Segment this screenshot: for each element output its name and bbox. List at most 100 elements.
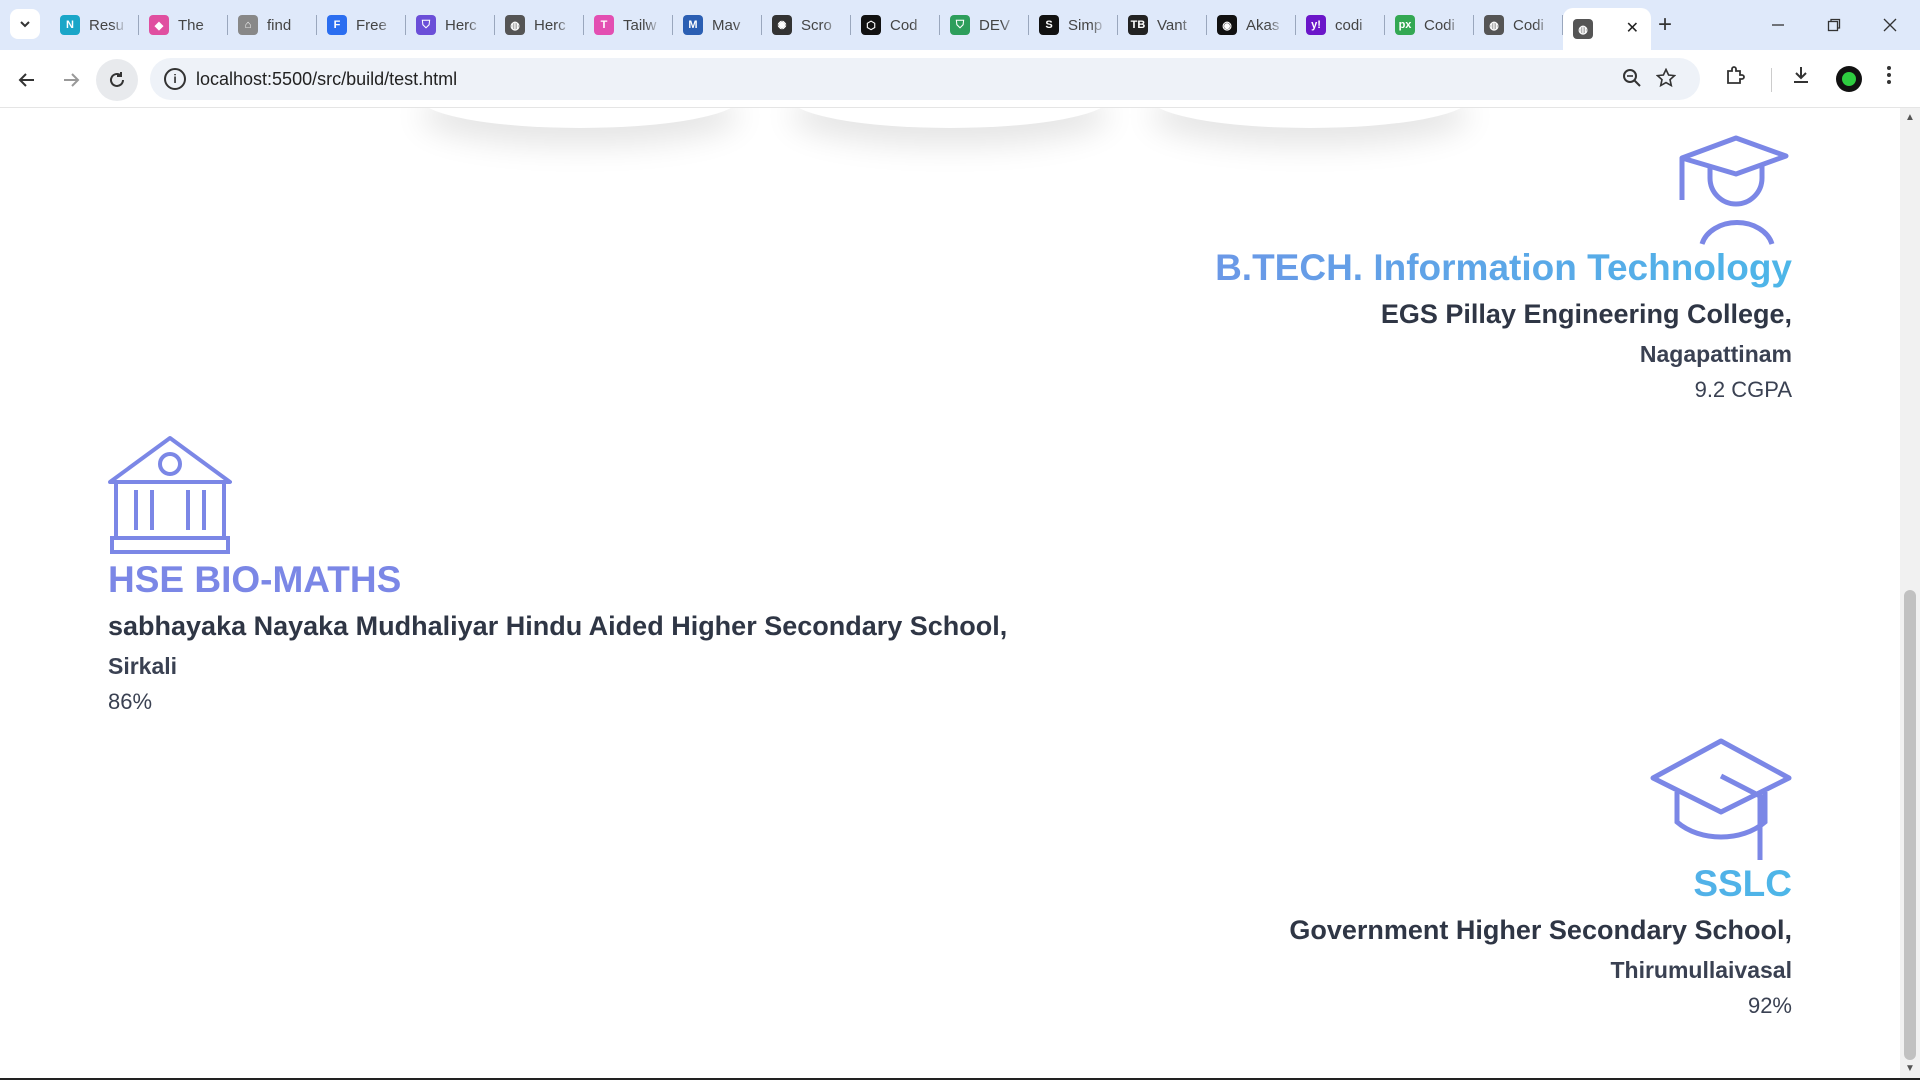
- tab-label: Herc: [445, 16, 477, 34]
- card-shadow: [1150, 108, 1470, 128]
- home-icon: ⌂: [238, 15, 258, 35]
- forward-button[interactable]: [53, 62, 89, 98]
- reload-button[interactable]: [96, 59, 138, 101]
- zoom-icon[interactable]: [1622, 68, 1642, 93]
- arrow-right-icon: [64, 73, 80, 87]
- tab-label: Mav: [712, 16, 741, 34]
- back-button[interactable]: [9, 62, 45, 98]
- tab-label: Herc: [534, 16, 566, 34]
- bookmark-star-icon[interactable]: [1655, 67, 1677, 93]
- dark-logo-icon: ◉: [1217, 15, 1237, 35]
- globe-icon: ◍: [1484, 15, 1504, 35]
- browser-tab[interactable]: ◍ Codi: [1474, 0, 1563, 50]
- restore-button[interactable]: [1806, 0, 1862, 50]
- app-logo-icon: ◆: [149, 15, 169, 35]
- scroll-thumb[interactable]: [1904, 590, 1916, 1060]
- globe-icon: ◍: [505, 15, 525, 35]
- browser-tab[interactable]: T Tailw: [584, 0, 673, 50]
- tab-label: Codi: [1424, 16, 1455, 34]
- degree-title: B.TECH. Information Technology: [892, 246, 1792, 290]
- browser-tab[interactable]: ◉ Akas: [1207, 0, 1296, 50]
- score: 92%: [1747, 993, 1792, 1018]
- tab-label: Simp: [1068, 16, 1103, 34]
- shield-check-icon: ⛉: [950, 15, 970, 35]
- school-name: Government Higher Secondary School,: [1289, 915, 1792, 945]
- tab-label: Cod: [890, 16, 918, 34]
- browser-tab[interactable]: F Free: [317, 0, 406, 50]
- tb-icon: TB: [1128, 15, 1148, 35]
- graduate-student-icon: [1679, 135, 1789, 245]
- openai-icon: ✺: [772, 15, 792, 35]
- graduation-cap-icon: [1650, 738, 1792, 860]
- scroll-down-icon[interactable]: ▼: [1900, 1063, 1920, 1074]
- yahoo-icon: y!: [1306, 15, 1326, 35]
- profile-avatar[interactable]: [1836, 66, 1862, 92]
- globe-icon: ◍: [1573, 19, 1593, 39]
- simple-icon: S: [1039, 15, 1059, 35]
- tab-label: Codi: [1513, 16, 1544, 34]
- chevron-down-icon: [20, 21, 30, 28]
- browser-tab[interactable]: N Resu: [50, 0, 139, 50]
- tab-strip: N Resu ◆ The ⌂ find F Free ⛉ Herc ◍ Herc T Tailw M Mav ✺…: [0, 0, 1920, 50]
- new-tab-button[interactable]: +: [1650, 10, 1680, 40]
- card-shadow: [790, 108, 1110, 128]
- tab-label: Akas: [1246, 16, 1280, 34]
- arrow-left-icon: [18, 73, 34, 87]
- tab-label: Scro: [801, 16, 832, 34]
- extensions-icon[interactable]: [1724, 64, 1746, 92]
- browser-tab[interactable]: ✺ Scro: [762, 0, 851, 50]
- browser-tab[interactable]: TB Vant: [1118, 0, 1207, 50]
- download-icon[interactable]: [1790, 64, 1812, 92]
- card-shadow: [420, 108, 740, 128]
- tab-label: DEV: [979, 16, 1010, 34]
- url-text: localhost:5500/src/build/test.html: [196, 69, 458, 89]
- tab-label: The: [178, 16, 204, 34]
- browser-tab[interactable]: ⛉ Herc: [406, 0, 495, 50]
- browser-tab[interactable]: ⛉ DEV: [940, 0, 1029, 50]
- scroll-up-icon[interactable]: ▲: [1900, 112, 1920, 123]
- form-icon: F: [327, 15, 347, 35]
- tab-list: N Resu ◆ The ⌂ find F Free ⛉ Herc ◍ Herc T Tailw M Mav ✺…: [50, 0, 1651, 50]
- mvn-icon: M: [683, 15, 703, 35]
- school-name: sabhayaka Nayaka Mudhaliyar Hindu Aided …: [108, 611, 1008, 641]
- active-tab[interactable]: ◍ ✕: [1563, 8, 1651, 50]
- tab-label: Tailw: [623, 16, 657, 34]
- degree-title: SSLC: [892, 862, 1792, 906]
- tab-label: Vant: [1157, 16, 1187, 34]
- education-entry-sslc: SSLC Government Higher Secondary School,…: [892, 738, 1792, 1024]
- tab-search-button[interactable]: [10, 9, 40, 39]
- browser-tab[interactable]: ◆ The: [139, 0, 228, 50]
- browser-tab[interactable]: ◍ Herc: [495, 0, 584, 50]
- score: 9.2 CGPA: [1694, 377, 1792, 402]
- tailwind-t-icon: T: [594, 15, 614, 35]
- tab-label: Free: [356, 16, 387, 34]
- tab-label: codi: [1335, 16, 1363, 34]
- px-icon: px: [1395, 15, 1415, 35]
- close-window-button[interactable]: [1862, 0, 1918, 50]
- browser-tab[interactable]: ⬡ Cod: [851, 0, 940, 50]
- tab-label: find: [267, 16, 292, 34]
- tab-label: Resu: [89, 16, 125, 34]
- browser-tab[interactable]: y! codi: [1296, 0, 1385, 50]
- browser-toolbar: i localhost:5500/src/build/test.html: [0, 50, 1920, 108]
- school-location: Sirkali: [108, 653, 178, 679]
- close-icon: [1883, 18, 1897, 32]
- restore-icon: [1827, 18, 1841, 32]
- browser-tab[interactable]: ⌂ find: [228, 0, 317, 50]
- browser-tab[interactable]: M Mav: [673, 0, 762, 50]
- codepen-icon: ⬡: [861, 15, 881, 35]
- browser-tab[interactable]: S Simp: [1029, 0, 1118, 50]
- toolbar-divider: [1771, 68, 1772, 92]
- minimize-button[interactable]: [1750, 0, 1806, 50]
- school-location: Thirumullaivasal: [1610, 957, 1792, 983]
- site-info-icon[interactable]: i: [164, 68, 186, 90]
- page-scrollbar[interactable]: ▲ ▼: [1900, 108, 1920, 1080]
- more-menu-icon[interactable]: [1886, 64, 1892, 92]
- address-bar[interactable]: i localhost:5500/src/build/test.html: [150, 58, 1700, 100]
- school-name: EGS Pillay Engineering College,: [1380, 299, 1792, 329]
- browser-tab[interactable]: px Codi: [1385, 0, 1474, 50]
- shield-icon: ⛉: [416, 15, 436, 35]
- school-location: Nagapattinam: [1639, 341, 1792, 367]
- score: 86%: [108, 689, 153, 714]
- close-tab-icon[interactable]: ✕: [1626, 18, 1639, 38]
